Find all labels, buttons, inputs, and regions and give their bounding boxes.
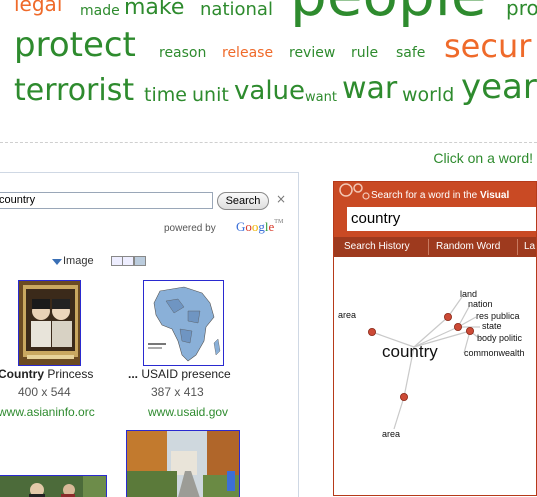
graph-node[interactable] [444,313,453,322]
thesaurus-header: Search for a word in the Visual country [334,182,536,237]
image-search-input[interactable]: country [0,192,213,209]
tab-search-history[interactable]: Search History [344,241,410,252]
thesaurus-prompt: Search for a word in the Visual [371,190,509,201]
node-label[interactable]: area [338,310,356,320]
visual-thesaurus-widget: Search for a word in the Visual country … [333,181,537,496]
cloud-word[interactable]: value [234,78,305,104]
caption-bold: ... [128,367,139,381]
cloud-word[interactable]: rule [351,46,378,60]
node-label[interactable]: area [382,429,400,439]
graph-node[interactable] [400,392,409,401]
node-label[interactable]: commonwealth [464,348,525,358]
node-label[interactable]: body politic [477,333,523,343]
result-caption[interactable]: ... USAID presence [128,367,231,381]
node-label[interactable]: land [460,289,477,299]
cloud-word[interactable]: legal [14,0,62,14]
cloud-word[interactable]: world [402,86,454,105]
search-button[interactable]: Search [217,192,269,210]
country-princess-poster-image [19,281,80,365]
powered-by-label: powered by [164,223,216,234]
street-photo-image [127,431,239,497]
word-graph[interactable]: area land nation res publica state body … [334,257,537,496]
cloud-word[interactable]: war [342,74,397,104]
google-logo: GoogleTM [236,219,283,235]
word-cloud: legal made make national people pro protect rea… [0,0,537,118]
prompt-bold: Visual [479,190,510,201]
caption-bold: Country [0,367,44,381]
result-thumbnail[interactable] [143,280,224,366]
result-url[interactable]: www.asianinfo.orc [0,405,95,419]
result-url[interactable]: www.usaid.gov [148,405,228,419]
thesaurus-logo-icon [339,183,370,200]
layout-medium-icon[interactable] [122,256,134,266]
cloud-word[interactable]: terrorist [14,76,134,106]
cloud-word[interactable]: made [80,4,120,18]
tab-separator [428,239,429,255]
caption-text: Princess [44,367,94,381]
node-label[interactable]: nation [468,299,493,309]
africa-map-image [144,281,223,365]
result-dimensions: 387 x 413 [151,385,204,399]
cloud-word[interactable]: people [290,0,487,24]
dropdown-triangle-icon[interactable] [52,259,62,265]
cloud-word[interactable]: protect [14,28,136,62]
click-word-hint: Click on a word! [433,150,533,166]
cloud-word[interactable]: make [124,0,184,19]
cloud-word[interactable]: secur [444,30,531,62]
image-search-panel: country Search × powered by GoogleTM Ima… [0,172,299,497]
close-icon[interactable]: × [276,192,286,206]
result-thumbnail[interactable] [126,430,240,497]
result-dimensions: 400 x 544 [18,385,71,399]
thesaurus-search-input[interactable]: country [347,207,536,231]
node-label[interactable]: res publica [476,311,520,321]
cloud-word[interactable]: reason [159,46,206,60]
cloud-word[interactable]: want [305,91,337,104]
cloud-word[interactable]: unit [192,86,229,105]
tab-random-word[interactable]: Random Word [436,241,500,252]
cloud-word[interactable]: year [461,70,537,104]
tab-more[interactable]: La [524,241,535,252]
cloud-word[interactable]: release [222,46,273,60]
graph-node[interactable] [454,323,463,332]
trademark: TM [274,219,284,225]
center-word[interactable]: country [382,342,438,361]
result-thumbnail[interactable] [18,280,81,366]
people-photo-image [0,476,106,497]
cloud-word[interactable]: national [200,1,273,19]
graph-node[interactable] [368,328,377,337]
node-label[interactable]: state [482,321,502,331]
result-thumbnail[interactable] [0,475,107,497]
cloud-word[interactable]: review [289,46,335,60]
google-logo-letter: G [236,219,246,234]
prompt-text: Search for a word in the [371,190,480,201]
thesaurus-nav: Search History Random Word La [334,237,536,257]
result-caption[interactable]: Country Princess [0,367,93,381]
cloud-word[interactable]: safe [396,46,425,60]
caption-text: USAID presence [138,367,231,381]
image-filter-label[interactable]: Image [63,255,94,267]
graph-node[interactable] [465,327,474,336]
cloud-word[interactable]: time [144,86,187,105]
graph-edges [371,296,481,430]
layout-large-icon[interactable] [134,256,146,266]
tab-separator [517,239,518,255]
section-divider [0,142,537,143]
cloud-word[interactable]: pro [506,0,537,18]
